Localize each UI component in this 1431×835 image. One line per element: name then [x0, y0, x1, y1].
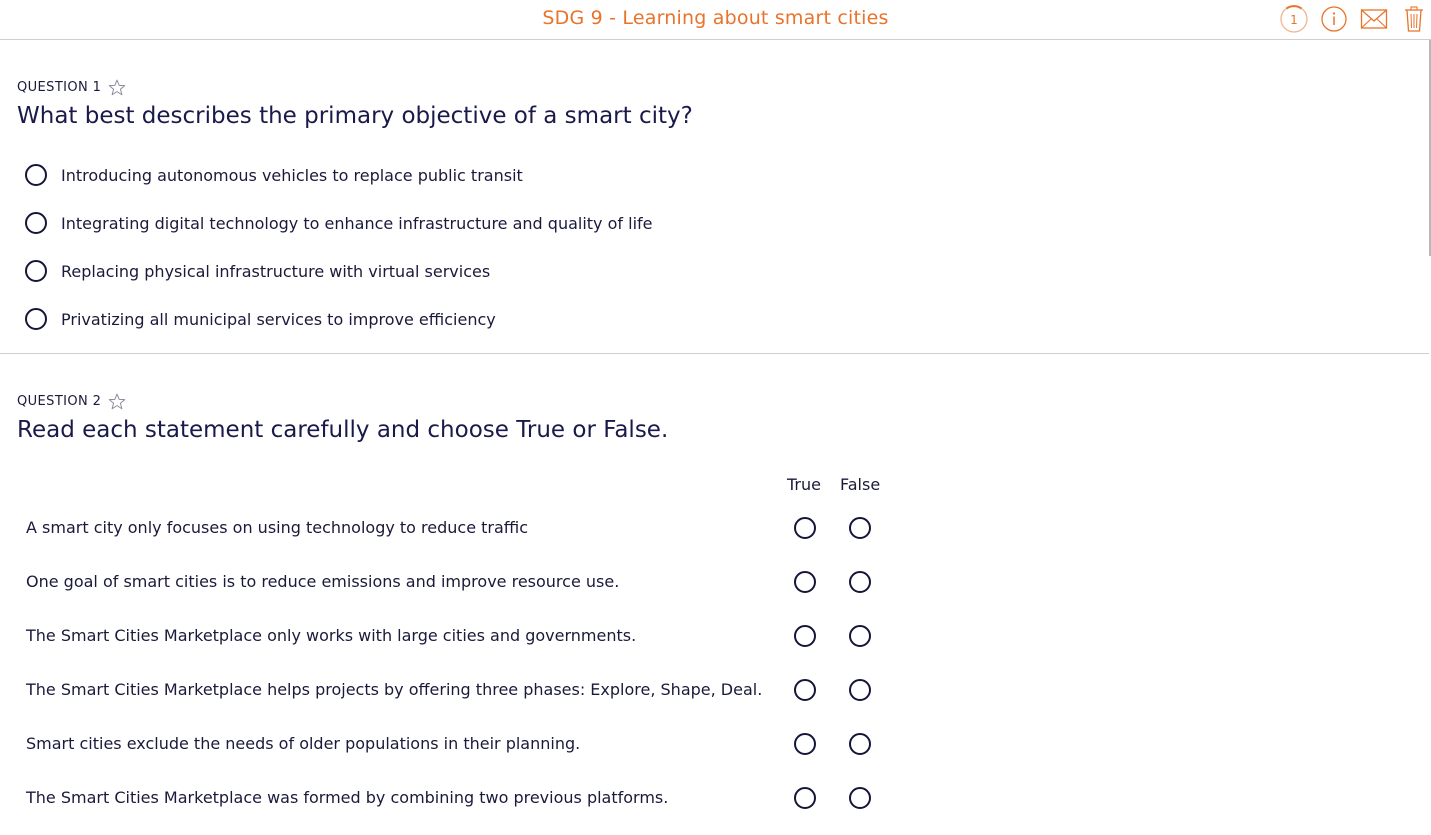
question-1-text: What best describes the primary objectiv… [17, 103, 693, 129]
option-radio[interactable] [25, 164, 47, 186]
false-radio[interactable] [849, 625, 871, 647]
star-icon[interactable] [108, 79, 126, 96]
question-1-option[interactable]: Introducing autonomous vehicles to repla… [25, 164, 523, 186]
statement-row: The Smart Cities Marketplace was formed … [26, 787, 906, 811]
option-radio[interactable] [25, 212, 47, 234]
statement-row: The Smart Cities Marketplace only works … [26, 625, 906, 649]
true-radio[interactable] [794, 787, 816, 809]
true-radio[interactable] [794, 733, 816, 755]
option-label: Privatizing all municipal services to im… [61, 309, 496, 329]
true-column-header: True [787, 475, 821, 494]
toolbar-icons: 1 [1279, 3, 1429, 35]
statement-row: One goal of smart cities is to reduce em… [26, 571, 906, 595]
true-radio[interactable] [794, 679, 816, 701]
statement-text: One goal of smart cities is to reduce em… [26, 572, 620, 591]
page-title: SDG 9 - Learning about smart cities [542, 7, 889, 29]
progress-counter-icon[interactable]: 1 [1279, 3, 1309, 35]
statement-text: The Smart Cities Marketplace helps proje… [26, 680, 763, 699]
question-1-option[interactable]: Privatizing all municipal services to im… [25, 308, 496, 330]
mail-icon[interactable] [1359, 3, 1389, 35]
question-2-text: Read each statement carefully and choose… [17, 417, 669, 443]
option-label: Integrating digital technology to enhanc… [61, 213, 653, 233]
option-label: Replacing physical infrastructure with v… [61, 261, 491, 281]
true-radio[interactable] [794, 571, 816, 593]
statement-row: A smart city only focuses on using techn… [26, 517, 906, 541]
false-radio[interactable] [849, 517, 871, 539]
option-radio[interactable] [25, 260, 47, 282]
question-1-option[interactable]: Integrating digital technology to enhanc… [25, 212, 652, 234]
statement-text: The Smart Cities Marketplace was formed … [26, 788, 669, 807]
question-divider [0, 353, 1429, 354]
trash-icon[interactable] [1399, 3, 1429, 35]
statement-row: The Smart Cities Marketplace helps proje… [26, 679, 906, 703]
statement-row: Smart cities exclude the needs of older … [26, 733, 906, 757]
question-1-header: QUESTION 1 [17, 79, 126, 96]
false-radio[interactable] [849, 787, 871, 809]
statement-text: The Smart Cities Marketplace only works … [26, 626, 637, 645]
question-2-header: QUESTION 2 [17, 393, 126, 410]
statement-text: A smart city only focuses on using techn… [26, 518, 529, 537]
option-label: Introducing autonomous vehicles to repla… [61, 165, 523, 185]
info-icon[interactable] [1319, 3, 1349, 35]
true-radio[interactable] [794, 517, 816, 539]
top-bar: SDG 9 - Learning about smart cities 1 [0, 0, 1431, 40]
false-radio[interactable] [849, 571, 871, 593]
false-radio[interactable] [849, 679, 871, 701]
true-radio[interactable] [794, 625, 816, 647]
question-1-option[interactable]: Replacing physical infrastructure with v… [25, 260, 490, 282]
progress-counter-value: 1 [1290, 13, 1298, 27]
star-icon[interactable] [108, 393, 126, 410]
question-1-label: QUESTION 1 [17, 80, 102, 95]
false-column-header: False [840, 475, 881, 494]
statement-text: Smart cities exclude the needs of older … [26, 734, 581, 753]
option-radio[interactable] [25, 308, 47, 330]
false-radio[interactable] [849, 733, 871, 755]
question-2-label: QUESTION 2 [17, 394, 102, 409]
